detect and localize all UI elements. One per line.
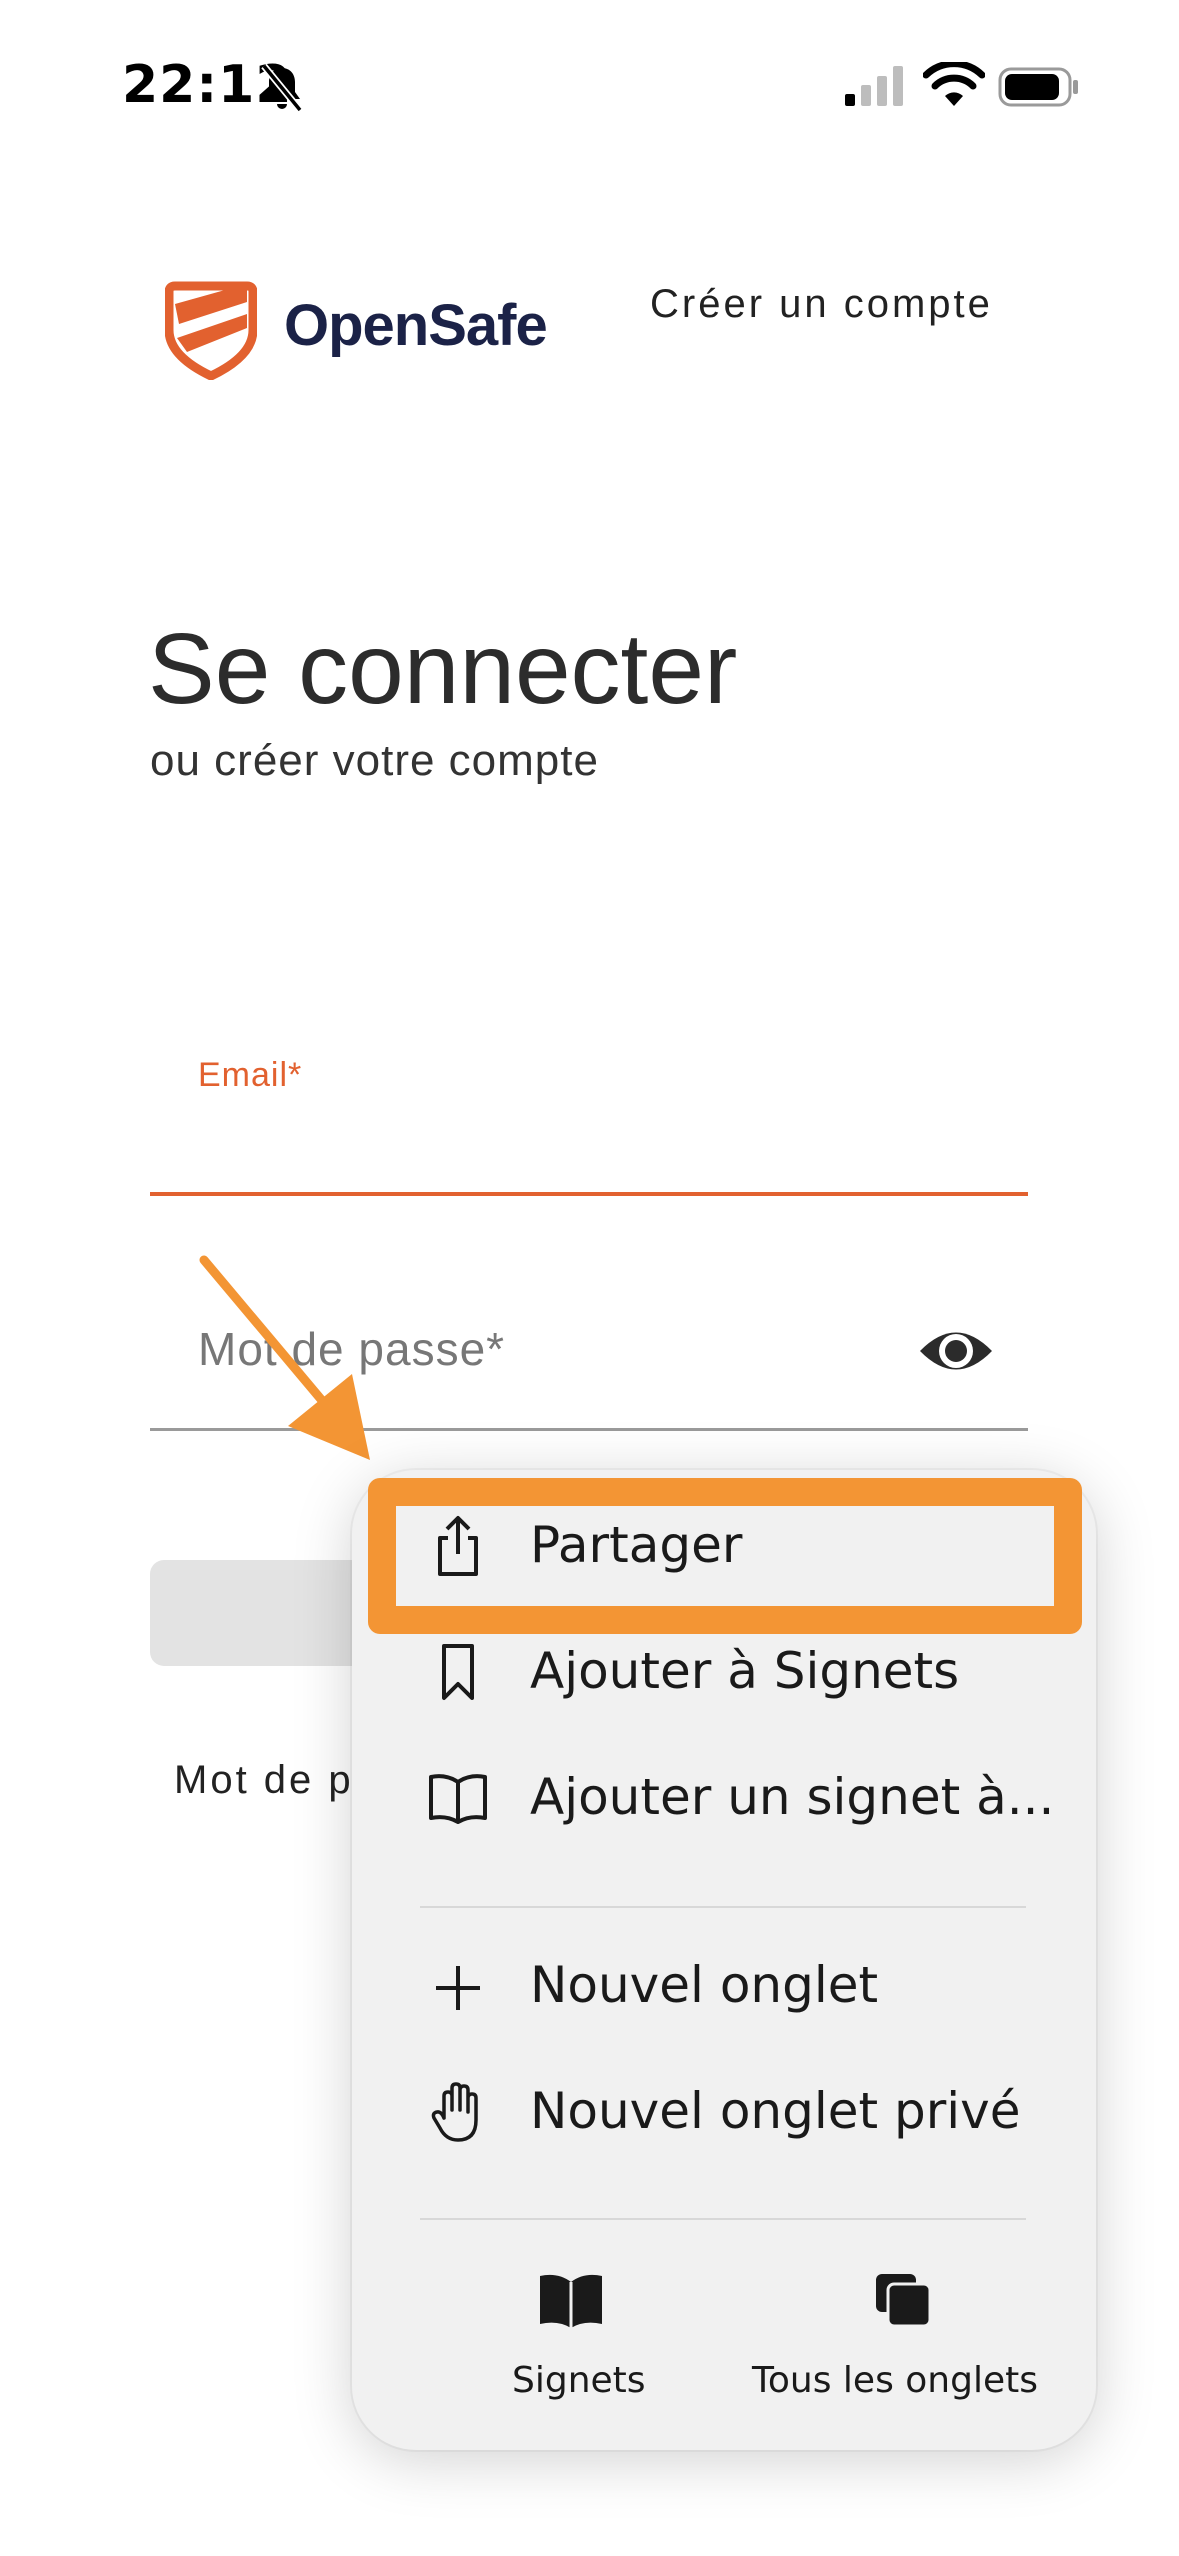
all-tabs-label: Tous les onglets	[752, 2360, 1038, 2401]
email-field[interactable]	[150, 1192, 1028, 1196]
hand-icon	[431, 2082, 478, 2142]
bookmarks-label: Signets	[512, 2360, 646, 2401]
bookmark-icon	[442, 1644, 474, 1700]
menu-item-label: Nouvel onglet privé	[530, 2082, 1021, 2140]
all-tabs-button[interactable]: Tous les onglets	[752, 2270, 1052, 2420]
bookmarks-button[interactable]: Signets	[472, 2270, 672, 2420]
menu-item-ajouter-signet-a[interactable]: Ajouter un signet à...	[352, 1742, 1096, 1852]
page-subtitle: ou créer votre compte	[150, 736, 599, 785]
opensafe-logo-icon	[165, 281, 257, 380]
wifi-icon	[923, 62, 985, 106]
tabs-icon	[876, 2274, 932, 2328]
book-filled-icon	[540, 2274, 602, 2328]
plus-icon	[436, 1966, 480, 2010]
cellular-signal-icon	[845, 66, 903, 106]
menu-separator	[420, 1906, 1026, 1908]
menu-item-nouvel-onglet[interactable]: Nouvel onglet	[352, 1930, 1096, 2040]
battery-icon	[998, 67, 1078, 107]
highlight-annotation	[368, 1478, 1082, 1634]
email-field-label[interactable]: Email*	[198, 1056, 302, 1095]
open-book-icon	[429, 1774, 487, 1824]
eye-icon[interactable]	[918, 1318, 994, 1384]
menu-item-label: Nouvel onglet	[530, 1956, 879, 2014]
arrow-annotation-icon	[199, 1255, 370, 1460]
menu-separator	[420, 2218, 1026, 2220]
bell-slash-icon	[261, 63, 303, 113]
forgot-password-link[interactable]: Mot de p	[174, 1758, 358, 1803]
page-title: Se connecter	[148, 613, 738, 725]
menu-item-nouvel-onglet-prive[interactable]: Nouvel onglet privé	[352, 2056, 1096, 2166]
create-account-link[interactable]: Créer un compte	[650, 282, 993, 327]
menu-item-label: Ajouter un signet à...	[530, 1768, 1055, 1826]
brand-name: OpenSafe	[284, 293, 548, 358]
menu-item-label: Ajouter à Signets	[530, 1642, 960, 1700]
